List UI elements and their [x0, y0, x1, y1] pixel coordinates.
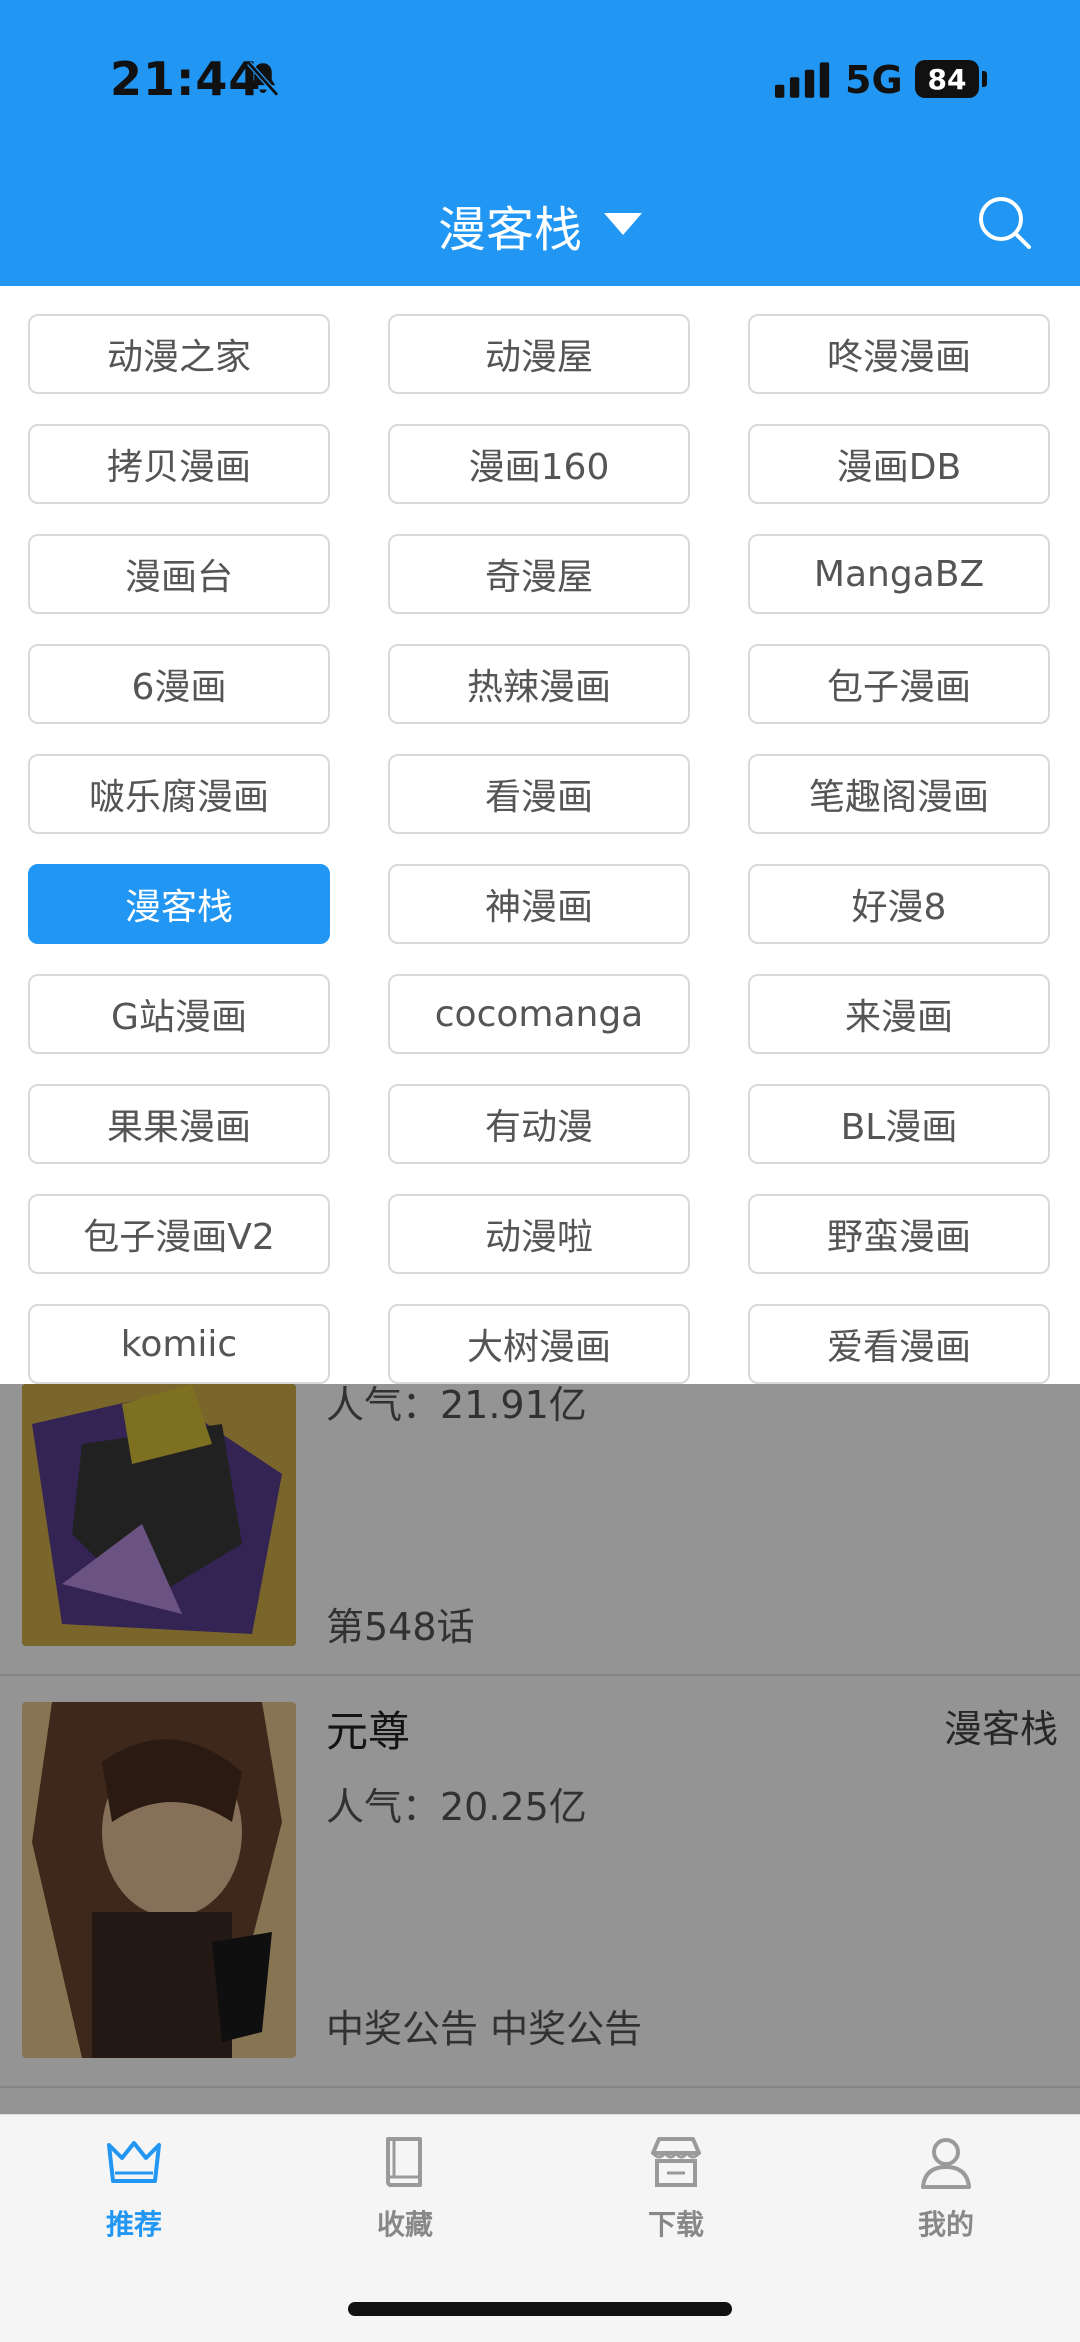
user-icon — [921, 2138, 971, 2189]
source-chip[interactable]: 漫画DB — [748, 424, 1050, 504]
dim-overlay[interactable] — [0, 1384, 1080, 2114]
caret-down-icon — [604, 213, 642, 235]
search-icon[interactable] — [976, 194, 1032, 250]
tab-label: 我的 — [917, 2208, 974, 2241]
source-chip[interactable]: 爱看漫画 — [748, 1304, 1050, 1384]
source-chip[interactable]: 果果漫画 — [28, 1084, 330, 1164]
tab-label: 收藏 — [376, 2208, 433, 2241]
source-chip[interactable]: 6漫画 — [28, 644, 330, 724]
page-title: 漫客栈 — [437, 202, 582, 258]
source-chip[interactable]: 漫客栈 — [28, 864, 330, 944]
top-bar: 21:44 5G 84 漫客栈 — [0, 0, 1080, 286]
battery-tip — [982, 71, 987, 87]
tab-label: 下载 — [647, 2208, 704, 2241]
tab-recommend[interactable]: 推荐 — [44, 2131, 224, 2261]
source-chip[interactable]: 动漫啦 — [388, 1194, 690, 1274]
battery-indicator: 84 — [915, 60, 979, 98]
source-chip[interactable]: 咚漫漫画 — [748, 314, 1050, 394]
book-icon — [385, 2137, 422, 2187]
source-selector[interactable]: 漫客栈 — [0, 180, 1080, 270]
source-chip[interactable]: G站漫画 — [28, 974, 330, 1054]
source-chip[interactable]: 漫画160 — [388, 424, 690, 504]
source-chip[interactable]: 动漫之家 — [28, 314, 330, 394]
source-chip[interactable]: 奇漫屋 — [388, 534, 690, 614]
source-chip[interactable]: 笔趣阁漫画 — [748, 754, 1050, 834]
source-chip[interactable]: 热辣漫画 — [388, 644, 690, 724]
source-chip[interactable]: 野蛮漫画 — [748, 1194, 1050, 1274]
network-label: 5G — [845, 58, 903, 102]
tab-label: 推荐 — [105, 2208, 162, 2241]
tab-profile[interactable]: 我的 — [856, 2131, 1036, 2261]
home-indicator — [348, 2302, 732, 2316]
source-chip[interactable]: MangaBZ — [748, 534, 1050, 614]
source-chip[interactable]: 看漫画 — [388, 754, 690, 834]
source-dropdown: 动漫之家 动漫屋 咚漫漫画拷贝漫画 漫画160 漫画DB 漫画台 奇漫屋 MangaBZ 6漫画… — [0, 286, 1080, 1384]
tab-download[interactable]: 下载 — [586, 2131, 766, 2261]
source-chip[interactable]: 有动漫 — [388, 1084, 690, 1164]
source-chip[interactable]: 来漫画 — [748, 974, 1050, 1054]
source-chip[interactable]: cocomanga — [388, 974, 690, 1054]
source-chip[interactable]: 大树漫画 — [388, 1304, 690, 1384]
source-chip[interactable]: BL漫画 — [748, 1084, 1050, 1164]
source-chip[interactable]: komiic — [28, 1304, 330, 1384]
source-chip[interactable]: 拷贝漫画 — [28, 424, 330, 504]
store-icon — [651, 2137, 701, 2187]
source-chip[interactable]: 神漫画 — [388, 864, 690, 944]
tab-favorites[interactable]: 收藏 — [315, 2131, 495, 2261]
source-chip[interactable]: 漫画台 — [28, 534, 330, 614]
source-chip[interactable]: 包子漫画V2 — [28, 1194, 330, 1274]
source-chip[interactable]: 好漫8 — [748, 864, 1050, 944]
source-chip[interactable]: 啵乐腐漫画 — [28, 754, 330, 834]
crown-icon — [107, 2141, 161, 2183]
status-time: 21:44 — [110, 52, 262, 106]
source-chip[interactable]: 动漫屋 — [388, 314, 690, 394]
bell-muted-icon — [247, 61, 279, 97]
source-chip[interactable]: 包子漫画 — [748, 644, 1050, 724]
signal-icon — [775, 62, 830, 98]
